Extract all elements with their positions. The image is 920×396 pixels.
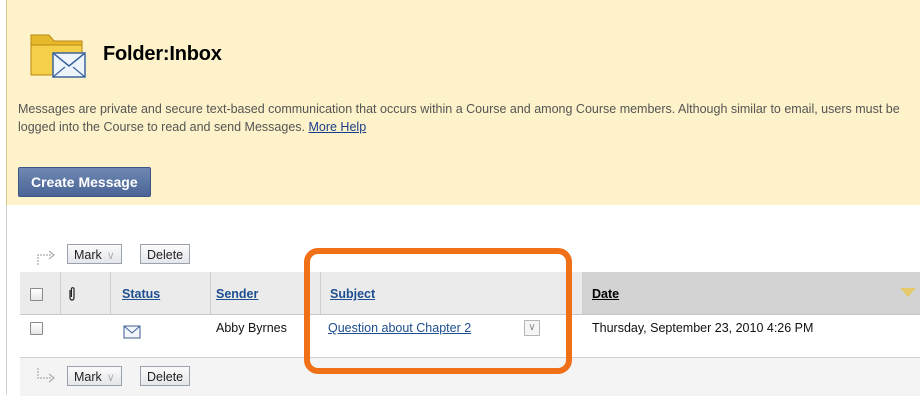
description-text: Messages are private and secure text-bas… xyxy=(18,102,900,134)
create-message-button[interactable]: Create Message xyxy=(18,167,151,197)
context-menu-button[interactable]: ∨ xyxy=(524,320,540,336)
chevron-down-icon: ∨ xyxy=(106,250,115,262)
delete-button-top[interactable]: Delete xyxy=(140,244,191,264)
subject-cell: Question about Chapter 2 xyxy=(328,321,471,335)
subject-link[interactable]: Question about Chapter 2 xyxy=(328,321,471,335)
page-title: Folder:Inbox xyxy=(103,43,222,65)
column-divider xyxy=(210,272,211,314)
mark-label: Mark xyxy=(74,248,102,262)
mark-dropdown-top[interactable]: Mark ∨ xyxy=(67,244,122,264)
subject-column-header[interactable]: Subject xyxy=(330,287,375,301)
attachment-icon xyxy=(69,287,75,301)
unread-envelope-icon xyxy=(123,325,141,339)
column-divider xyxy=(582,272,583,314)
column-divider xyxy=(110,272,111,314)
sender-cell: Abby Byrnes xyxy=(216,321,287,335)
row-checkbox[interactable] xyxy=(30,322,43,335)
date-column-header[interactable]: Date xyxy=(592,287,619,301)
bulk-action-arrow-icon xyxy=(37,368,55,383)
column-divider xyxy=(60,272,61,314)
more-help-link[interactable]: More Help xyxy=(308,120,366,134)
status-column-header[interactable]: Status xyxy=(122,287,160,301)
delete-button-bottom[interactable]: Delete xyxy=(140,366,191,386)
inbox-folder-icon xyxy=(30,34,86,78)
sort-descending-icon[interactable] xyxy=(900,288,916,297)
page-description: Messages are private and secure text-bas… xyxy=(18,100,908,136)
column-divider xyxy=(320,272,321,314)
mark-dropdown-bottom[interactable]: Mark ∨ xyxy=(67,366,122,386)
date-header-bg xyxy=(582,272,920,314)
chevron-down-icon: ∨ xyxy=(106,372,115,384)
select-all-checkbox[interactable] xyxy=(30,288,43,301)
mark-label: Mark xyxy=(74,370,102,384)
date-cell: Thursday, September 23, 2010 4:26 PM xyxy=(592,321,814,335)
sender-column-header[interactable]: Sender xyxy=(216,287,258,301)
bulk-action-arrow-icon xyxy=(37,250,55,265)
